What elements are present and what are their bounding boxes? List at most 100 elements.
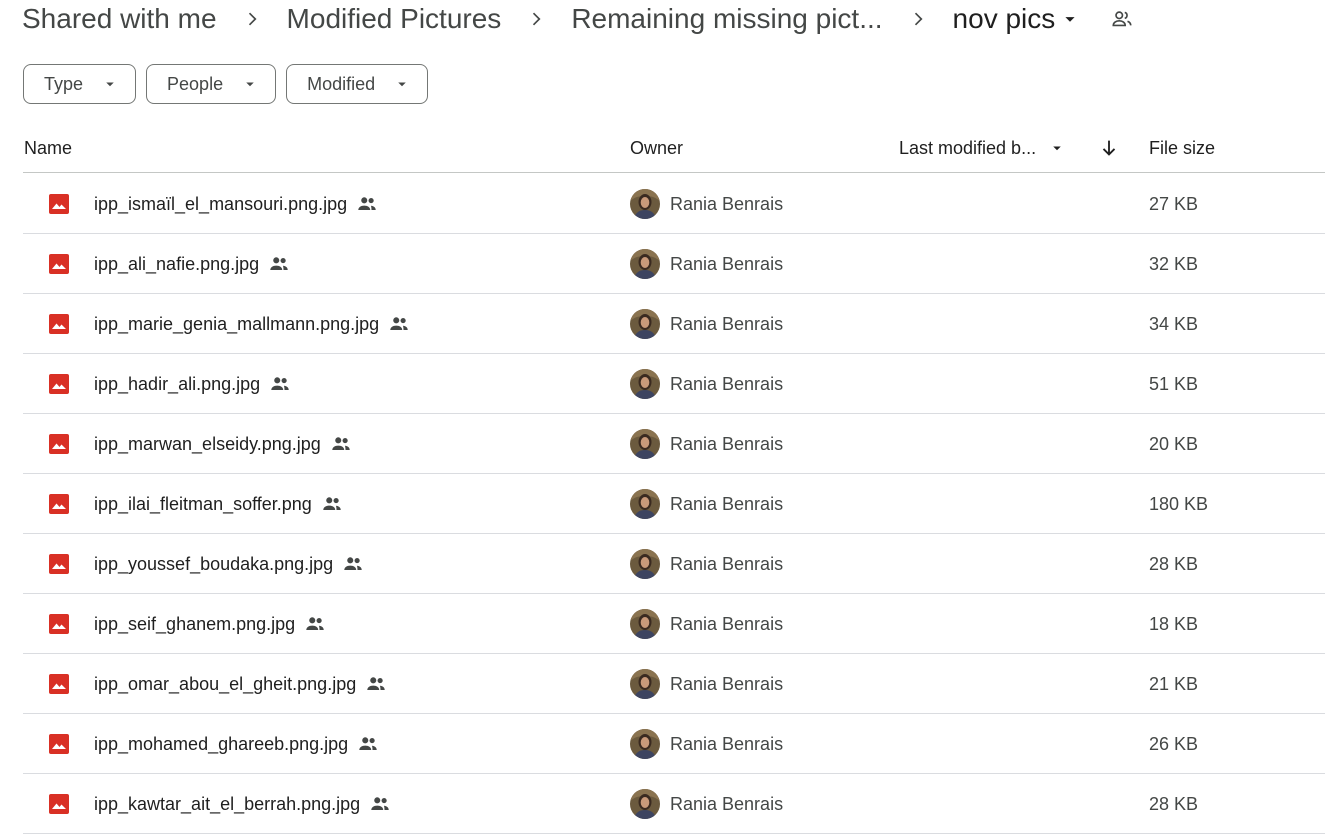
file-name-text: ipp_ilai_fleitman_soffer.png xyxy=(94,493,312,514)
shared-people-icon xyxy=(371,797,389,810)
file-name-text: ipp_kawtar_ait_el_berrah.png.jpg xyxy=(94,793,361,814)
file-name-text: ipp_ali_nafie.png.jpg xyxy=(94,253,260,274)
avatar xyxy=(630,309,660,339)
file-list: ipp_ismaïl_el_mansouri.png.jpg Rania Ben… xyxy=(23,174,1325,834)
image-file-icon xyxy=(49,494,69,514)
shared-people-icon xyxy=(344,557,362,570)
image-file-icon xyxy=(49,374,69,394)
avatar xyxy=(630,189,660,219)
chevron-right-icon xyxy=(501,0,571,38)
avatar xyxy=(630,609,660,639)
owner-name: Rania Benrais xyxy=(670,313,784,334)
avatar xyxy=(630,669,660,699)
current-folder-label: nov pics xyxy=(952,3,1056,34)
owner-name: Rania Benrais xyxy=(670,433,784,454)
table-row[interactable]: ipp_kawtar_ait_el_berrah.png.jpg Rania B… xyxy=(23,774,1325,834)
filter-type-button[interactable]: Type xyxy=(23,64,137,104)
avatar xyxy=(630,249,660,279)
file-name: ipp_youssef_boudaka.png.jpg xyxy=(94,534,364,594)
file-size: 21 KB xyxy=(1149,673,1199,694)
file-name-text: ipp_hadir_ali.png.jpg xyxy=(94,373,261,394)
table-row[interactable]: ipp_mohamed_ghareeb.png.jpg Rania Benrai… xyxy=(23,714,1325,774)
caret-down-icon xyxy=(1053,146,1061,151)
shared-people-icon xyxy=(323,497,341,510)
table-row[interactable]: ipp_ismaïl_el_mansouri.png.jpg Rania Ben… xyxy=(23,174,1325,234)
file-name: ipp_ali_nafie.png.jpg xyxy=(94,234,290,294)
image-file-icon xyxy=(49,554,69,574)
table-row[interactable]: ipp_marie_genia_mallmann.png.jpg Rania B… xyxy=(23,294,1325,354)
breadcrumb-current-folder[interactable]: nov pics xyxy=(953,0,1082,38)
file-name: ipp_marwan_elseidy.png.jpg xyxy=(94,414,352,474)
filter-type-label: Type xyxy=(44,73,84,94)
file-size: 51 KB xyxy=(1149,373,1199,394)
image-file-icon xyxy=(49,434,69,454)
owner-name: Rania Benrais xyxy=(670,493,784,514)
image-file-icon xyxy=(49,614,69,634)
table-row[interactable]: ipp_hadir_ali.png.jpg Rania Benrais 51 K… xyxy=(23,354,1325,414)
image-file-icon xyxy=(49,674,69,694)
file-name: ipp_ismaïl_el_mansouri.png.jpg xyxy=(94,174,378,234)
owner-name: Rania Benrais xyxy=(670,193,784,214)
file-name: ipp_hadir_ali.png.jpg xyxy=(94,354,291,414)
image-file-icon xyxy=(49,194,69,214)
table-row[interactable]: ipp_marwan_elseidy.png.jpg Rania Benrais… xyxy=(23,414,1325,474)
filter-modified-button[interactable]: Modified xyxy=(286,64,429,104)
file-size: 26 KB xyxy=(1149,733,1199,754)
avatar xyxy=(630,549,660,579)
owner-name: Rania Benrais xyxy=(670,673,784,694)
chevron-right-icon xyxy=(883,0,953,38)
file-name: ipp_mohamed_ghareeb.png.jpg xyxy=(94,714,379,774)
shared-people-icon xyxy=(367,677,385,690)
table-row[interactable]: ipp_seif_ghanem.png.jpg Rania Benrais 18… xyxy=(23,594,1325,654)
filter-modified-label: Modified xyxy=(307,73,376,94)
column-header-modified-label: Last modified b... xyxy=(899,137,1037,158)
file-name-text: ipp_omar_abou_el_gheit.png.jpg xyxy=(94,673,357,694)
file-size: 28 KB xyxy=(1149,553,1199,574)
shared-people-icon xyxy=(270,257,288,270)
table-row[interactable]: ipp_omar_abou_el_gheit.png.jpg Rania Ben… xyxy=(23,654,1325,714)
table-row[interactable]: ipp_youssef_boudaka.png.jpg Rania Benrai… xyxy=(23,534,1325,594)
shared-people-icon xyxy=(358,197,376,210)
column-header-modified[interactable]: Last modified b... xyxy=(899,123,1066,173)
column-header-owner[interactable]: Owner xyxy=(630,123,683,173)
owner-name: Rania Benrais xyxy=(670,793,784,814)
filter-bar: Type People Modified xyxy=(23,64,429,104)
file-name-text: ipp_marwan_elseidy.png.jpg xyxy=(94,433,321,454)
avatar xyxy=(630,369,660,399)
file-size: 28 KB xyxy=(1149,793,1199,814)
filter-people-button[interactable]: People xyxy=(146,64,277,104)
file-name-text: ipp_seif_ghanem.png.jpg xyxy=(94,613,296,634)
image-file-icon xyxy=(49,314,69,334)
owner-name: Rania Benrais xyxy=(670,553,784,574)
arrow-down-icon[interactable] xyxy=(1098,137,1120,159)
breadcrumb-item-remaining-missing[interactable]: Remaining missing pict... xyxy=(571,0,882,38)
file-name: ipp_ilai_fleitman_soffer.png xyxy=(94,474,343,534)
caret-down-icon xyxy=(398,82,406,87)
chevron-right-icon xyxy=(217,0,287,38)
file-name: ipp_omar_abou_el_gheit.png.jpg xyxy=(94,654,387,714)
owner-name: Rania Benrais xyxy=(670,253,784,274)
shared-people-icon xyxy=(332,437,350,450)
shared-people-icon xyxy=(306,617,324,630)
file-name-text: ipp_ismaïl_el_mansouri.png.jpg xyxy=(94,193,348,214)
people-outline-icon[interactable] xyxy=(1111,8,1133,30)
breadcrumb-item-modified-pictures[interactable]: Modified Pictures xyxy=(287,0,502,38)
avatar xyxy=(630,429,660,459)
table-row[interactable]: ipp_ilai_fleitman_soffer.png Rania Benra… xyxy=(23,474,1325,534)
table-header: Name Owner Last modified b... File size xyxy=(23,123,1325,173)
breadcrumb: Shared with me Modified Pictures Remaini… xyxy=(22,0,1133,38)
file-size: 32 KB xyxy=(1149,253,1199,274)
avatar xyxy=(630,729,660,759)
caret-down-icon xyxy=(106,82,114,87)
image-file-icon xyxy=(49,254,69,274)
breadcrumb-item-shared-with-me[interactable]: Shared with me xyxy=(22,0,217,38)
file-name: ipp_marie_genia_mallmann.png.jpg xyxy=(94,294,410,354)
owner-name: Rania Benrais xyxy=(670,733,784,754)
file-size: 20 KB xyxy=(1149,433,1199,454)
table-row[interactable]: ipp_ali_nafie.png.jpg Rania Benrais 32 K… xyxy=(23,234,1325,294)
file-name: ipp_seif_ghanem.png.jpg xyxy=(94,594,326,654)
column-header-size[interactable]: File size xyxy=(1149,123,1215,173)
image-file-icon xyxy=(49,794,69,814)
column-header-name[interactable]: Name xyxy=(24,123,72,173)
file-size: 34 KB xyxy=(1149,313,1199,334)
